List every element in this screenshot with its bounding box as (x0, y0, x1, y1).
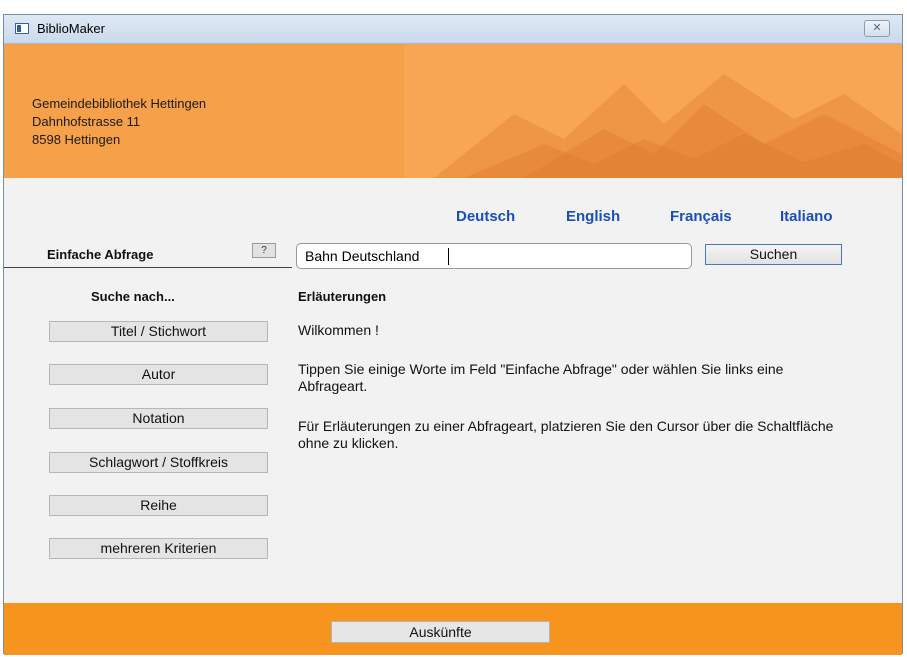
lang-english-link[interactable]: English (566, 208, 620, 225)
simple-query-label: Einfache Abfrage (47, 247, 154, 262)
info-button[interactable]: Auskünfte (331, 621, 550, 643)
library-name: Gemeindebibliothek Hettingen (32, 96, 207, 111)
search-by-heading: Suche nach... (91, 289, 175, 304)
author-button[interactable]: Autor (49, 364, 268, 385)
search-button[interactable]: Suchen (705, 244, 842, 265)
text-cursor (448, 248, 449, 265)
notation-button[interactable]: Notation (49, 408, 268, 429)
title-keyword-button[interactable]: Titel / Stichwort (49, 321, 268, 342)
window-title: BiblioMaker (37, 21, 105, 36)
search-input[interactable] (296, 243, 692, 269)
welcome-text: Wilkommen ! (298, 322, 379, 338)
library-banner: Gemeindebibliothek Hettingen Dahnhofstra… (4, 44, 902, 178)
multiple-criteria-button[interactable]: mehreren Kriterien (49, 538, 268, 559)
title-bar[interactable]: BiblioMaker ✕ (4, 15, 902, 44)
app-icon (15, 23, 29, 34)
library-city: 8598 Hettingen (32, 132, 121, 147)
app-window: BiblioMaker ✕ Gemeindebibliothek Hetting… (3, 14, 903, 655)
library-street: Dahnhofstrasse 11 (32, 114, 141, 129)
close-button[interactable]: ✕ (864, 20, 890, 37)
series-button[interactable]: Reihe (49, 495, 268, 516)
mountain-graphic (404, 44, 902, 178)
explanation-paragraph-2: Für Erläuterungen zu einer Abfrageart, p… (298, 418, 834, 451)
main-content: Deutsch English Français Italiano Einfac… (4, 178, 902, 603)
divider (4, 267, 292, 268)
help-button[interactable]: ? (252, 243, 276, 258)
lang-deutsch-link[interactable]: Deutsch (456, 208, 515, 225)
lang-francais-link[interactable]: Français (670, 208, 732, 225)
explanations-heading: Erläuterungen (298, 289, 387, 304)
explanation-paragraph-1: Tippen Sie einige Worte im Feld "Einfach… (298, 361, 784, 394)
footer-bar: Auskünfte (4, 603, 902, 655)
subject-button[interactable]: Schlagwort / Stoffkreis (49, 452, 268, 473)
lang-italiano-link[interactable]: Italiano (780, 208, 833, 225)
